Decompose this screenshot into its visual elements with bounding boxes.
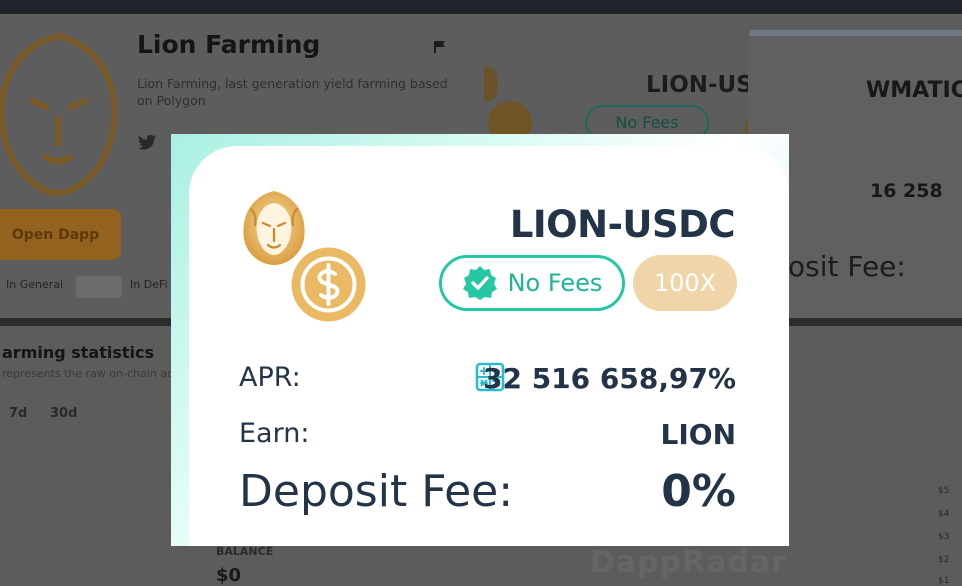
no-fees-badge: No Fees [439, 255, 625, 311]
earn-value: LION [660, 418, 737, 451]
dappradar-watermark: DappRadar [590, 545, 787, 580]
flag-icon[interactable] [433, 40, 447, 54]
lion-logo-icon [0, 32, 118, 196]
apr-value: 32 516 658,97% [482, 362, 736, 395]
rank-defi-label: In DeFi [130, 278, 168, 291]
stats-title: arming statistics [2, 343, 155, 362]
stats-subtitle: represents the raw on-chain act [2, 367, 178, 380]
bg-farm-card-title: WMATIC [866, 78, 962, 103]
multiplier-badge: 100X [633, 255, 737, 311]
deposit-fee-label: Deposit Fee: [239, 466, 514, 517]
deposit-fee-value: 0% [661, 466, 736, 517]
rank-general-label: In General [6, 278, 64, 291]
balance-label: BALANCE [216, 545, 274, 558]
app-title: Lion Farming [137, 30, 321, 59]
bg-farm-card-apr: 16 258 [870, 180, 943, 202]
y-tick: $4 [938, 509, 950, 519]
top-bar [0, 0, 962, 14]
rank-badge [76, 276, 122, 298]
bg-pair-card-title: LION-US [646, 72, 753, 98]
bg-farm-card-fee: osit Fee: [788, 250, 906, 283]
bg-no-fees-label: No Fees [615, 113, 679, 132]
verified-check-icon [462, 266, 497, 300]
y-tick: $2 [938, 555, 950, 565]
y-tick: $3 [938, 532, 950, 542]
range-7d-tab[interactable]: 7d [9, 406, 27, 421]
twitter-icon[interactable] [137, 134, 157, 152]
pair-title: LION-USDC [509, 203, 736, 246]
y-tick: $5 [938, 486, 950, 496]
earn-label: Earn: [239, 418, 310, 449]
bg-farm-card-bar [750, 30, 962, 36]
apr-label: APR: [239, 362, 301, 393]
balance-value: $0 [216, 565, 242, 586]
no-fees-label: No Fees [507, 269, 603, 297]
usdc-logo-icon [291, 247, 366, 322]
range-30d-tab[interactable]: 30d [50, 406, 77, 421]
open-dapp-button[interactable]: Open Dapp [0, 209, 121, 260]
app-description: Lion Farming, last generation yield farm… [137, 76, 448, 108]
